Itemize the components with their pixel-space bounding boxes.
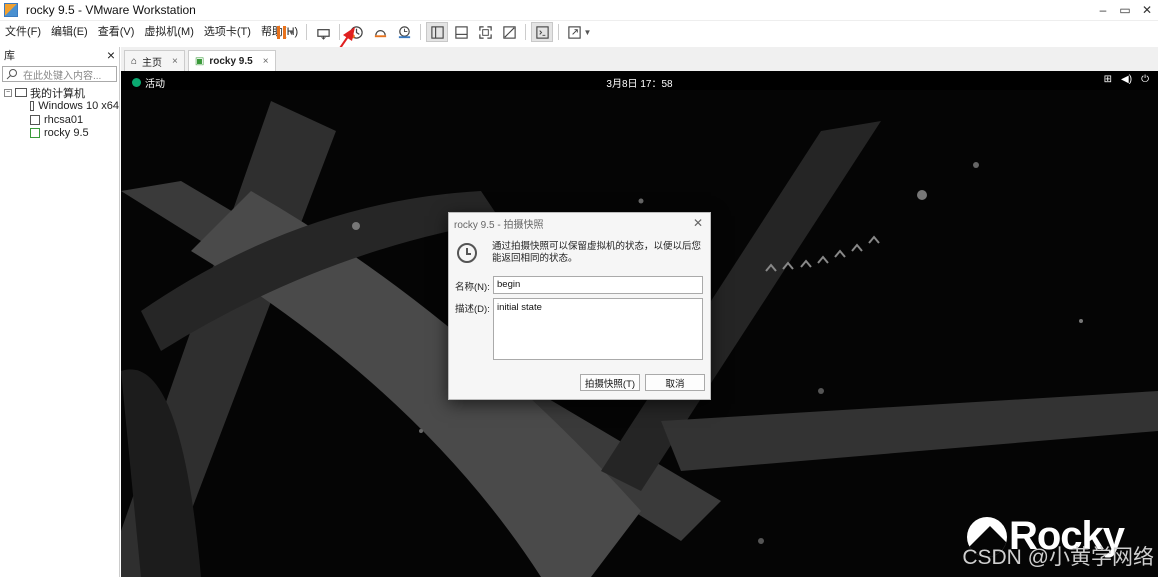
tree-item-label: rhcsa01 [44,113,84,126]
library-search-box[interactable]: 在此处键入内容... [2,66,117,82]
vm-icon [30,101,35,112]
toolbar-separator [558,24,559,40]
computer-icon [15,88,27,98]
tab-close-icon[interactable]: × [172,56,178,67]
take-snapshot-confirm-button[interactable]: 拍摄快照(T) [580,374,640,391]
vm-tree: − 我的计算机 Windows 10 x64 rhcsa01 rocky 9.5 [0,86,119,140]
library-panel: 库 × 在此处键入内容... − 我的计算机 Windows 10 x64 rh… [0,47,120,577]
thumbnail-bar-button[interactable] [450,22,472,42]
menu-edit[interactable]: 编辑(E) [46,21,93,43]
stretch-icon [567,25,581,39]
unity-button[interactable] [498,22,520,42]
console-view-button[interactable] [531,22,553,42]
tree-root-label: 我的计算机 [30,87,85,100]
search-input[interactable]: 在此处键入内容... [23,67,101,82]
library-header: 库 × [0,47,119,63]
tree-item-windows10[interactable]: Windows 10 x64 [0,100,119,114]
full-screen-icon [478,25,492,39]
csdn-watermark: CSDN @小黄学网络 [962,546,1154,569]
tree-root[interactable]: − 我的计算机 [0,86,119,100]
minimize-button[interactable]: – [1092,0,1114,21]
tree-item-rhcsa01[interactable]: rhcsa01 [0,113,119,127]
running-vm-icon: ▣ [194,55,205,67]
window-controls: – ▭ ✕ [1092,0,1158,21]
stretch-guest-button[interactable]: ▼ [564,22,594,42]
description-label: 描述(D): [455,304,490,315]
terminal-icon [535,25,549,39]
tab-bar: ⌂ 主页 × ▣ rocky 9.5 × [121,47,1158,71]
library-close-button[interactable]: × [107,47,115,63]
take-snapshot-dialog: rocky 9.5 - 拍摄快照 ✕ 通过拍摄快照可以保留虚拟机的状态，以便以后… [448,212,711,400]
tree-item-rocky[interactable]: rocky 9.5 [0,127,119,141]
name-field[interactable]: begin [493,276,703,294]
revert-snapshot-icon [374,29,386,37]
clock-icon [457,243,477,263]
name-label: 名称(N): [455,282,490,293]
cancel-button[interactable]: 取消 [645,374,705,391]
vmware-app-icon [4,3,18,17]
thumbnail-panel-icon [454,25,468,39]
collapse-icon[interactable]: − [4,88,12,97]
gnome-top-bar: 活动 3月8日 17：58 ⊞ ◀) ⏻ [121,71,1158,90]
vm-icon [30,114,40,125]
system-tray[interactable]: ⊞ ◀) ⏻ [1104,74,1149,85]
dialog-titlebar: rocky 9.5 - 拍摄快照 ✕ [449,213,710,233]
full-screen-button[interactable] [474,22,496,42]
window-title: rocky 9.5 - VMware Workstation [26,3,196,17]
snapshot-manager-icon [398,25,410,38]
unity-icon [502,25,516,39]
description-row: 描述(D): initial state [455,298,703,360]
menu-view[interactable]: 查看(V) [93,21,140,43]
show-library-button[interactable] [426,22,448,42]
menu-file[interactable]: 文件(F) [0,21,46,43]
tree-item-label: Windows 10 x64 [38,100,119,113]
menu-vm[interactable]: 虚拟机(M) [139,21,199,43]
tab-rocky-label: rocky 9.5 [209,55,253,67]
restore-button[interactable]: ▭ [1114,0,1136,21]
toolbar-separator [525,24,526,40]
library-title: 库 [4,50,15,62]
revert-snapshot-button[interactable] [369,22,391,42]
dialog-info-text: 通过拍摄快照可以保留虚拟机的状态，以便以后您能返回相同的状态。 [492,241,702,264]
description-field[interactable]: initial state [493,298,703,360]
tab-rocky[interactable]: ▣ rocky 9.5 × [187,50,276,71]
library-panel-icon [430,25,444,39]
running-vm-icon [30,128,40,139]
tab-home[interactable]: ⌂ 主页 × [124,50,185,71]
home-icon: ⌂ [131,55,138,67]
close-window-button[interactable]: ✕ [1136,0,1158,21]
tab-home-label: 主页 [142,57,163,69]
title-bar: rocky 9.5 - VMware Workstation – ▭ ✕ [0,0,1158,21]
tree-item-label: rocky 9.5 [44,127,89,140]
chevron-down-icon: ▼ [583,27,592,37]
tab-close-icon[interactable]: × [263,56,269,67]
name-row: 名称(N): begin [455,276,703,294]
search-icon [6,69,17,80]
snapshot-manager-button[interactable] [393,22,415,42]
dialog-close-icon[interactable]: ✕ [693,216,703,230]
toolbar-separator [420,24,421,40]
dialog-title: rocky 9.5 - 拍摄快照 [454,219,544,231]
volume-icon: ◀) [1121,74,1133,85]
dialog-info: 通过拍摄快照可以保留虚拟机的状态，以便以后您能返回相同的状态。 [457,241,710,265]
menu-tabs[interactable]: 选项卡(T) [199,21,256,43]
network-icon: ⊞ [1103,74,1113,85]
power-icon: ⏻ [1141,74,1149,85]
gnome-clock[interactable]: 3月8日 17：58 [121,75,1158,90]
